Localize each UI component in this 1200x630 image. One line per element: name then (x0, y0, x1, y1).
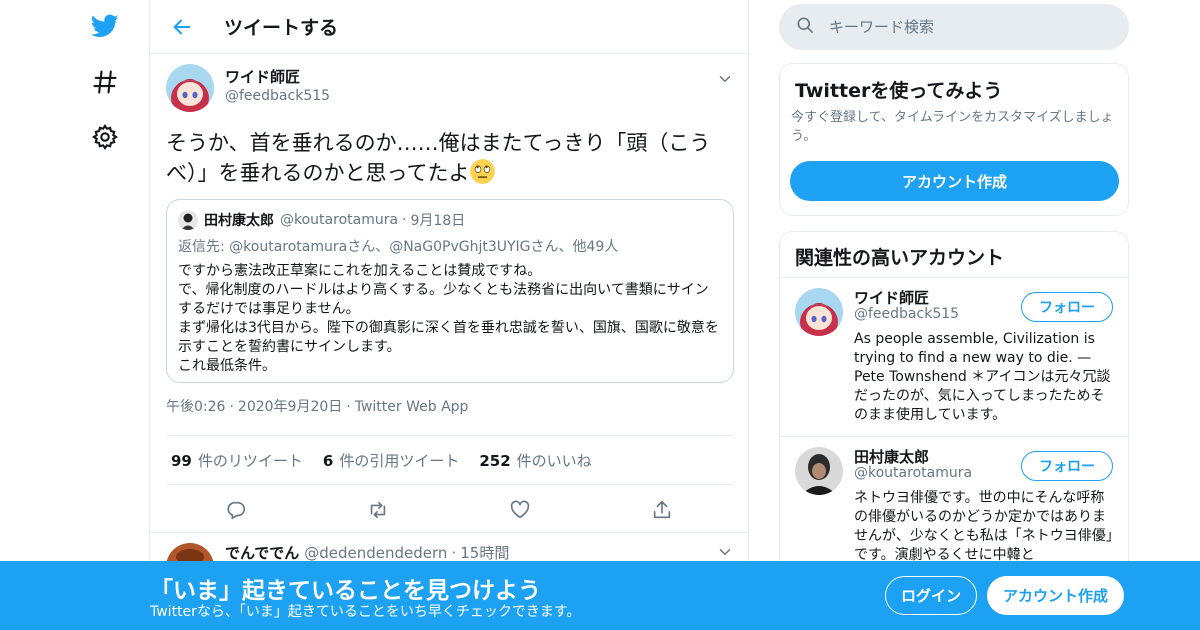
follow-button[interactable]: フォロー (1021, 292, 1113, 322)
quoted-text: ですから憲法改正草案にこれを加えることは賛成ですね。 で、帰化制度のハードルはよ… (178, 262, 722, 376)
hashtag-icon[interactable] (85, 62, 125, 102)
tweet-time[interactable]: 午後0:26 (166, 399, 225, 415)
related-accounts-title: 関連性の高いアカウント (780, 232, 1128, 278)
follow-button[interactable]: フォロー (1021, 451, 1113, 481)
search-icon (779, 15, 815, 39)
tweet-text-body: そうか、首を垂れるのか……俺はまたてっきり「頭（こうべ）」を垂れるのかと思ってた… (166, 131, 711, 185)
separator-dot: · (229, 399, 234, 415)
author-handle[interactable]: @feedback515 (225, 86, 330, 106)
likes-count: 252 (479, 451, 511, 470)
page-header: ツイートする (150, 0, 748, 54)
next-tweet-author-handle[interactable]: @dedendendedern (304, 544, 447, 562)
signup-card: Twitterを使ってみよう 今すぐ登録して、タイムラインをカスタマイズしましょ… (779, 63, 1129, 216)
separator-dot: · (451, 544, 457, 562)
tweet-source[interactable]: Twitter Web App (355, 399, 469, 415)
signup-card-title: Twitterを使ってみよう (795, 80, 1003, 102)
quoted-text-line: で、帰化制度のハードルはより高くする。少なくとも法務省に出向いて書類にサインする… (178, 282, 709, 317)
next-tweet-author-name[interactable]: でんででん (225, 544, 299, 562)
retweets-count: 99 (171, 451, 192, 470)
create-account-button[interactable]: アカウント作成 (790, 161, 1119, 201)
tweet-stats: 99 件のリツイート 6 件の引用ツイート 252 件のいいね (166, 435, 734, 485)
like-heart-icon[interactable] (505, 495, 535, 525)
rolling-eyes-emoji-icon (469, 158, 496, 185)
account-handle[interactable]: @feedback515 (854, 306, 959, 322)
login-button[interactable]: ログイン (885, 576, 977, 615)
back-arrow-icon[interactable] (162, 7, 202, 47)
quoted-text-line: まず帰化は3代目から。陛下の御真影に深く首を垂れ忠誠を誓い、国旗、国歌に敬意を示… (178, 320, 719, 355)
quotes-stat[interactable]: 6 件の引用ツイート (323, 450, 459, 471)
signup-card-description: 今すぐ登録して、タイムラインをカスタマイズしましょう。 (791, 110, 1114, 144)
reply-icon[interactable] (221, 495, 251, 525)
search-input[interactable] (829, 18, 1109, 36)
page-title: ツイートする (224, 17, 339, 39)
banner-create-account-button[interactable]: アカウント作成 (987, 576, 1124, 615)
quotes-count: 6 (322, 451, 334, 470)
related-account-item[interactable]: ワイド師匠 @feedback515 フォロー As people assemb… (780, 278, 1128, 437)
account-bio: ネトウヨ俳優です。世の中にそんな呼称の俳優がいるのかどうか定かではありませんが、… (854, 490, 1113, 563)
likes-label: 件のいいね (516, 451, 592, 470)
account-avatar[interactable] (795, 447, 843, 495)
separator-dot: · (346, 399, 351, 415)
account-name[interactable]: 田村康太郎 (854, 446, 929, 467)
share-icon[interactable] (647, 495, 677, 525)
chevron-down-icon[interactable] (716, 70, 734, 88)
chevron-down-icon[interactable] (716, 543, 734, 561)
tweet-actions (166, 485, 734, 533)
next-tweet-time[interactable]: 15時間 (460, 544, 509, 562)
banner-title: 「いま」起きていることを見つけよう (150, 578, 541, 604)
left-nav (80, 0, 130, 630)
account-bio: As people assemble, Civilization is tryi… (854, 331, 1111, 423)
tweet-meta: 午後0:26 · 2020年9月20日 · Twitter Web App (166, 396, 468, 416)
reply-to-line: 返信先: @koutarotamuraさん、@NaG0PvGhjt3UYIGさん… (178, 239, 619, 255)
quoted-author-handle: @koutarotamura (280, 212, 399, 228)
separator-dot: · (402, 212, 407, 228)
retweets-stat[interactable]: 99 件のリツイート (171, 450, 303, 471)
quoted-author-avatar (178, 210, 198, 230)
quoted-author-name: 田村康太郎 (204, 213, 274, 229)
search-box[interactable] (779, 4, 1129, 50)
account-avatar[interactable] (795, 288, 843, 336)
twitter-bird-icon[interactable] (85, 6, 125, 46)
signup-banner: 「いま」起きていることを見つけよう Twitterなら、「いま」起きていることを… (0, 561, 1200, 630)
main-column: ツイートする ワイド師匠 @feedback515 そうか、首を垂れるのか……俺… (149, 0, 749, 630)
quotes-label: 件の引用ツイート (339, 451, 460, 470)
banner-subtitle: Twitterなら、「いま」起きていることをいち早くチェックできます。 (150, 604, 581, 620)
author-avatar[interactable] (166, 64, 214, 112)
account-name[interactable]: ワイド師匠 (854, 287, 929, 308)
likes-stat[interactable]: 252 件のいいね (479, 450, 591, 471)
tweet: ワイド師匠 @feedback515 そうか、首を垂れるのか……俺はまたてっきり… (150, 54, 748, 533)
quoted-date: 9月18日 (410, 213, 466, 229)
gear-icon[interactable] (85, 117, 125, 157)
retweet-icon[interactable] (363, 495, 393, 525)
quoted-tweet[interactable]: 田村康太郎 @koutarotamura · 9月18日 返信先: @kouta… (166, 199, 734, 383)
quoted-text-line: これ最低条件。 (178, 358, 276, 374)
author-name[interactable]: ワイド師匠 (225, 68, 330, 86)
tweet-date[interactable]: 2020年9月20日 (238, 399, 342, 415)
tweet-text: そうか、首を垂れるのか……俺はまたてっきり「頭（こうべ）」を垂れるのかと思ってた… (166, 128, 726, 188)
quoted-text-line: ですから憲法改正草案にこれを加えることは賛成ですね。 (178, 263, 542, 279)
retweets-label: 件のリツイート (197, 451, 303, 470)
account-handle[interactable]: @koutarotamura (854, 465, 972, 481)
